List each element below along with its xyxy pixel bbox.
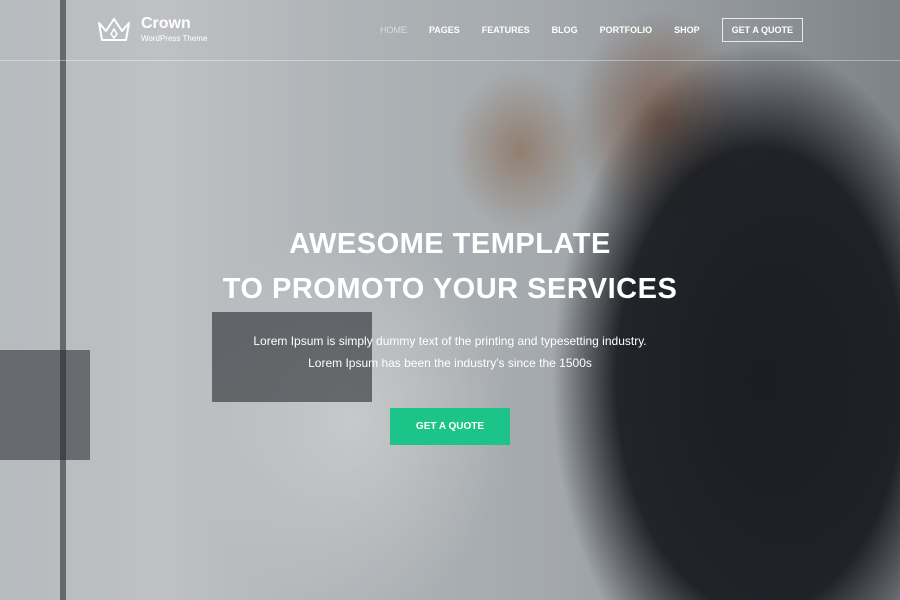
hero-subtitle-line-1: Lorem Ipsum is simply dummy text of the … bbox=[253, 334, 647, 348]
crown-icon bbox=[98, 17, 130, 41]
hero-get-quote-button[interactable]: GET A QUOTE bbox=[390, 408, 510, 445]
hero-content: AWESOME TEMPLATE TO PROMOTO YOUR SERVICE… bbox=[0, 222, 900, 445]
nav-item-shop[interactable]: SHOP bbox=[674, 25, 700, 35]
nav-item-features[interactable]: FEATURES bbox=[482, 25, 530, 35]
hero-title-line-1: AWESOME TEMPLATE bbox=[289, 228, 611, 260]
nav-item-pages[interactable]: PAGES bbox=[429, 25, 460, 35]
brand-tagline: WordPress Theme bbox=[141, 34, 208, 43]
site-header: Crown WordPress Theme HOME PAGES FEATURE… bbox=[0, 0, 900, 61]
site-logo[interactable]: Crown WordPress Theme bbox=[97, 16, 207, 43]
hero-subtitle-line-2: Lorem Ipsum has been the industry's sinc… bbox=[308, 356, 592, 370]
brand-name: Crown bbox=[141, 15, 191, 32]
hero-section: Crown WordPress Theme HOME PAGES FEATURE… bbox=[0, 0, 900, 600]
hero-title-line-2: TO PROMOTO YOUR SERVICES bbox=[222, 273, 678, 305]
nav-item-blog[interactable]: BLOG bbox=[552, 25, 578, 35]
hero-subtitle: Lorem Ipsum is simply dummy text of the … bbox=[0, 330, 900, 374]
nav-item-portfolio[interactable]: PORTFOLIO bbox=[600, 25, 653, 35]
main-nav: HOME PAGES FEATURES BLOG PORTFOLIO SHOP … bbox=[358, 18, 803, 42]
nav-item-home[interactable]: HOME bbox=[380, 25, 407, 35]
header-get-quote-button[interactable]: GET A QUOTE bbox=[721, 18, 803, 42]
